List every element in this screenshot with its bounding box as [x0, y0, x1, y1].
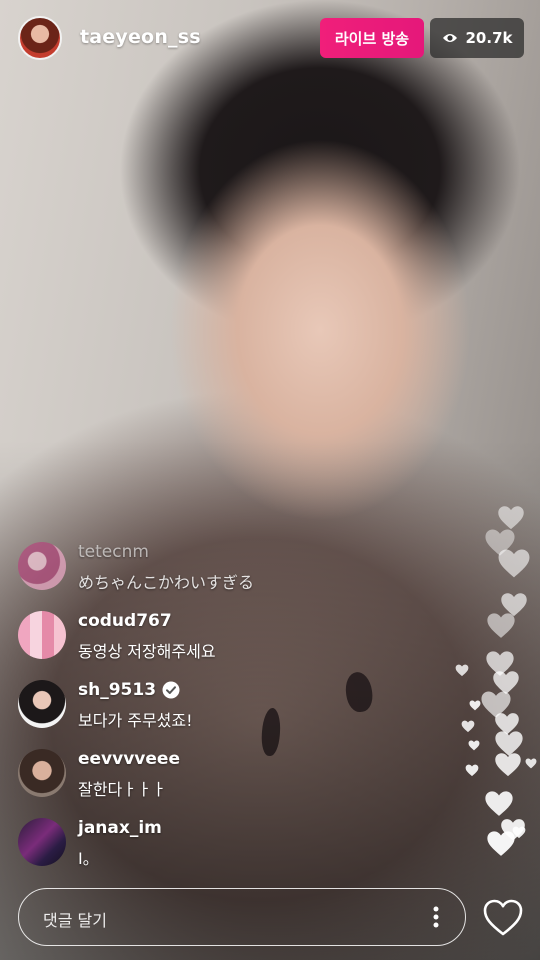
comment-text: めちゃんこかわいすぎる: [78, 573, 255, 592]
commenter-avatar[interactable]: [18, 611, 66, 659]
viewer-count: 20.7k: [465, 29, 513, 47]
comment-item: janax_im I。: [18, 816, 378, 885]
floating-heart-icon: [498, 506, 524, 530]
comment-input-placeholder: 댓글 달기: [43, 911, 107, 930]
commenter-username-text: sh_9513: [78, 680, 157, 700]
commenter-avatar[interactable]: [18, 680, 66, 728]
commenter-avatar[interactable]: [18, 818, 66, 866]
commenter-username[interactable]: codud767: [78, 611, 172, 631]
comment-item: tetecnm めちゃんこかわいすぎる: [18, 540, 378, 609]
floating-heart-icon: [498, 549, 530, 578]
floating-heart-icon: [485, 791, 513, 816]
comment-feed: tetecnm めちゃんこかわいすぎる codud767 동영상 저장해주세요 …: [18, 540, 378, 885]
eye-icon: [442, 34, 457, 42]
heart-icon[interactable]: [482, 898, 524, 938]
commenter-username[interactable]: janax_im: [78, 818, 162, 838]
commenter-username[interactable]: tetecnm: [78, 542, 149, 562]
host-username[interactable]: taeyeon_ss: [80, 26, 201, 48]
floating-heart-icon: [465, 764, 479, 777]
floating-heart-icon: [512, 826, 526, 839]
floating-heart-icon: [468, 740, 480, 751]
commenter-username-text: tetecnm: [78, 542, 149, 562]
comment-item: eevvvveee 잘한다ㅏㅏㅏ: [18, 747, 378, 816]
comment-item: sh_9513 보다가 주무셨죠!: [18, 678, 378, 747]
viewer-count-badge[interactable]: 20.7k: [430, 18, 524, 58]
live-header: taeyeon_ss 라이브 방송 20.7k: [16, 16, 524, 62]
commenter-username-text: eevvvveee: [78, 749, 180, 769]
verified-badge-icon: [162, 681, 180, 699]
floating-heart-icon: [461, 720, 475, 733]
floating-heart-icon: [455, 664, 469, 677]
comment-text: I。: [78, 849, 99, 868]
comment-text: 동영상 저장해주세요: [78, 642, 216, 661]
comment-text: 잘한다ㅏㅏㅏ: [78, 780, 167, 799]
floating-heart-icon: [469, 700, 481, 711]
live-video-screen: taeyeon_ss 라이브 방송 20.7k tetecnm めちゃんこかわい…: [0, 0, 540, 960]
commenter-username-text: codud767: [78, 611, 172, 631]
commenter-avatar[interactable]: [18, 749, 66, 797]
comment-item: codud767 동영상 저장해주세요: [18, 609, 378, 678]
floating-heart-icon: [495, 753, 521, 777]
commenter-avatar[interactable]: [18, 542, 66, 590]
floating-heart-icon: [487, 613, 515, 638]
live-badge: 라이브 방송: [320, 18, 424, 58]
commenter-username[interactable]: sh_9513: [78, 680, 180, 700]
floating-heart-icon: [525, 758, 537, 769]
commenter-username[interactable]: eevvvveee: [78, 749, 180, 769]
comment-input[interactable]: 댓글 달기: [18, 888, 466, 946]
host-avatar[interactable]: [18, 16, 62, 60]
more-options-icon[interactable]: [433, 906, 439, 928]
comment-text: 보다가 주무셨죠!: [78, 711, 193, 730]
commenter-username-text: janax_im: [78, 818, 162, 838]
